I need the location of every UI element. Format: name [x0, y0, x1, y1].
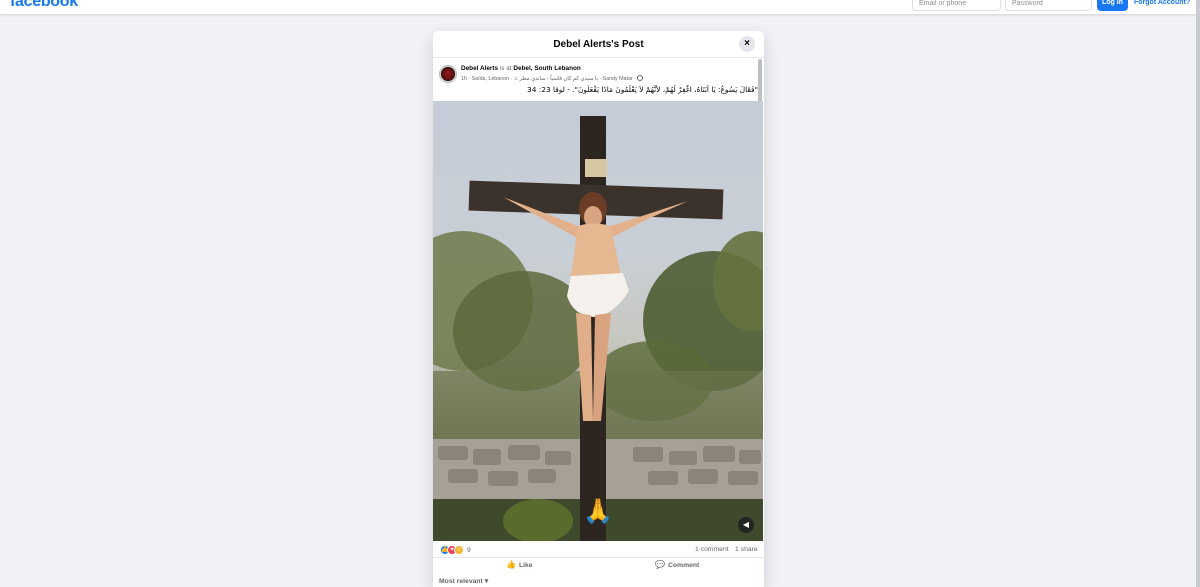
- crucifix-photo-svg: 🙏: [433, 116, 763, 541]
- top-navigation-bar: facebook Email or phone Password Log In …: [0, 0, 1196, 15]
- post-author-line: Debel Alerts is at Debel, South Lebanon: [461, 65, 581, 72]
- page-scrollbar[interactable]: [1196, 0, 1200, 587]
- page-scrollbar-thumb[interactable]: [1196, 0, 1200, 587]
- globe-icon: [637, 75, 644, 81]
- share-count[interactable]: 1 share: [735, 546, 758, 553]
- song-artist[interactable]: Sandy Matar: [603, 76, 633, 82]
- modal-header: Debel Alerts's Post ×: [433, 31, 764, 58]
- post-photo[interactable]: 🙏: [433, 101, 763, 541]
- is-at-text: is at: [499, 65, 512, 72]
- chevron-down-icon: ▾: [484, 578, 489, 585]
- comment-button[interactable]: 💬 Comment: [655, 560, 699, 569]
- email-input[interactable]: Email or phone: [912, 0, 1001, 11]
- author-name[interactable]: Debel Alerts: [461, 65, 498, 72]
- modal-title: Debel Alerts's Post: [553, 39, 644, 50]
- volume-button[interactable]: ◀: [738, 517, 754, 533]
- password-input[interactable]: Password: [1005, 0, 1092, 11]
- comment-sort-dropdown[interactable]: Most relevant ▾: [439, 577, 488, 585]
- reaction-count[interactable]: 9: [467, 547, 471, 554]
- comment-label: Comment: [667, 562, 700, 569]
- close-button[interactable]: ×: [739, 36, 755, 52]
- like-label: Like: [518, 562, 533, 569]
- post-time[interactable]: 1h: [461, 76, 467, 82]
- close-icon: ×: [744, 38, 750, 49]
- speaker-icon: ◀: [742, 520, 750, 529]
- comment-bubble-icon: 💬: [655, 560, 665, 569]
- facebook-logo[interactable]: facebook: [10, 0, 78, 11]
- reactions-summary[interactable]: 👍 ♥ ☺ 9: [440, 545, 471, 555]
- song-title[interactable]: يا سيدي كم كان قاسياً - ساندي مطر: [519, 76, 598, 82]
- comment-count[interactable]: 1 comment: [695, 546, 729, 553]
- post-modal: Debel Alerts's Post × Debel Alerts is at…: [433, 31, 764, 587]
- page-avatar[interactable]: [439, 65, 457, 83]
- sort-label: Most relevant: [439, 578, 483, 585]
- thumbs-up-icon: 👍: [506, 560, 516, 569]
- action-row: [433, 557, 764, 573]
- place-link[interactable]: Debel, South Lebanon: [513, 65, 580, 72]
- post-location[interactable]: Saïda, Lebanon: [472, 76, 509, 82]
- music-note-icon: ♫: [513, 76, 518, 82]
- pray-emoji: 🙏: [583, 497, 613, 525]
- login-button[interactable]: Log In: [1097, 0, 1128, 11]
- post-meta-line: 1h · Saïda, Lebanon · ♫ يا سيدي كم كان ق…: [461, 75, 644, 82]
- care-reaction-icon: ☺: [454, 545, 464, 555]
- post-text: "فَقَالَ يَسُوعُ: يَا أَبَتَاهُ، اغْفِرْ…: [527, 85, 758, 94]
- like-button[interactable]: 👍 Like: [506, 560, 533, 569]
- forgot-account-link[interactable]: Forgot Account?: [1134, 0, 1190, 9]
